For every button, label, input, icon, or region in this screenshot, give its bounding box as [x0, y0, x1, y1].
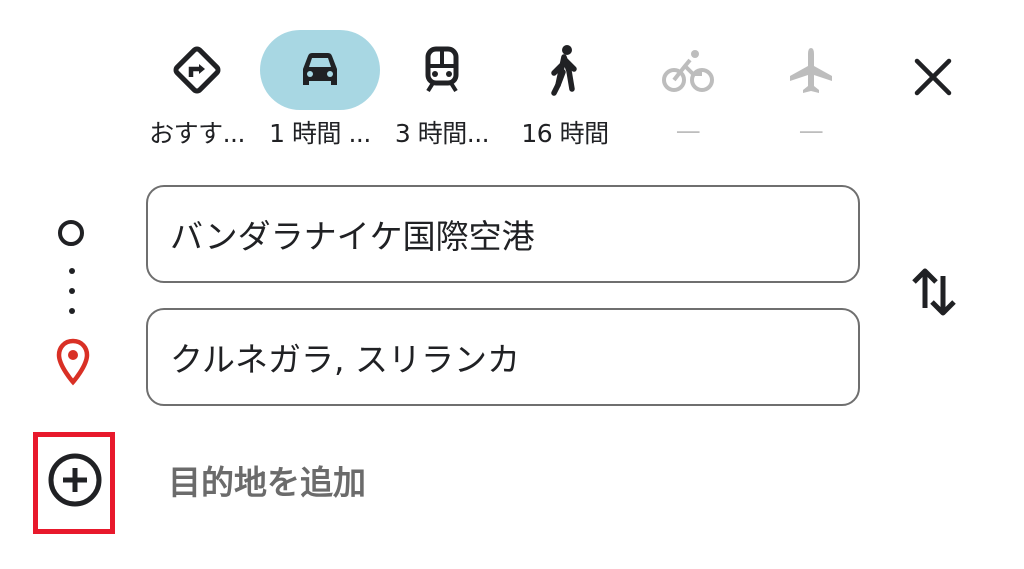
mode-walking[interactable]: 16 時間	[505, 30, 625, 150]
swap-button[interactable]	[904, 262, 964, 322]
location-pin-icon	[56, 338, 90, 386]
mode-transit[interactable]: 3 時間...	[382, 30, 502, 150]
route-dot	[69, 288, 75, 294]
origin-circle-icon	[58, 220, 84, 246]
mode-recommended-pill[interactable]	[137, 30, 257, 110]
close-button[interactable]	[902, 46, 964, 108]
mode-driving[interactable]: 1 時間 ...	[260, 30, 380, 150]
mode-cycling[interactable]: —	[628, 30, 748, 150]
mode-driving-pill[interactable]	[260, 30, 380, 110]
swap-vertical-icon	[912, 268, 956, 316]
mode-flight-pill[interactable]	[751, 30, 871, 112]
bicycle-icon	[662, 50, 714, 92]
car-icon	[303, 53, 337, 85]
mode-recommended[interactable]: おすす...	[137, 30, 257, 150]
add-destination-button[interactable]: 目的地を追加	[168, 456, 366, 504]
mode-driving-label: 1 時間 ...	[269, 119, 371, 148]
mode-walking-label: 16 時間	[521, 119, 609, 148]
mode-cycling-label: —	[675, 116, 701, 145]
route-dots-icon	[69, 268, 75, 314]
route-dot	[69, 308, 75, 314]
mode-transit-pill[interactable]	[382, 30, 502, 110]
walking-icon	[551, 45, 577, 96]
mode-transit-label: 3 時間...	[394, 119, 490, 148]
mode-cycling-pill[interactable]	[628, 30, 748, 112]
add-circle-icon[interactable]	[46, 451, 104, 509]
mode-walking-pill[interactable]	[505, 30, 625, 110]
mode-flight-label: —	[798, 116, 824, 145]
directions-diamond-icon	[173, 46, 221, 94]
train-icon	[425, 46, 459, 93]
destination-input[interactable]: クルネガラ, スリランカ	[146, 308, 860, 406]
route-dot	[69, 268, 75, 274]
directions-panel: おすす... 1 時間 ... 3 時間... 16 時間 — — バンダラナイ…	[0, 0, 1024, 569]
origin-input[interactable]: バンダラナイケ国際空港	[146, 185, 860, 283]
mode-flight[interactable]: —	[751, 30, 871, 150]
mode-recommended-label: おすす...	[149, 119, 245, 148]
airplane-icon	[790, 48, 832, 93]
close-icon	[914, 58, 952, 96]
